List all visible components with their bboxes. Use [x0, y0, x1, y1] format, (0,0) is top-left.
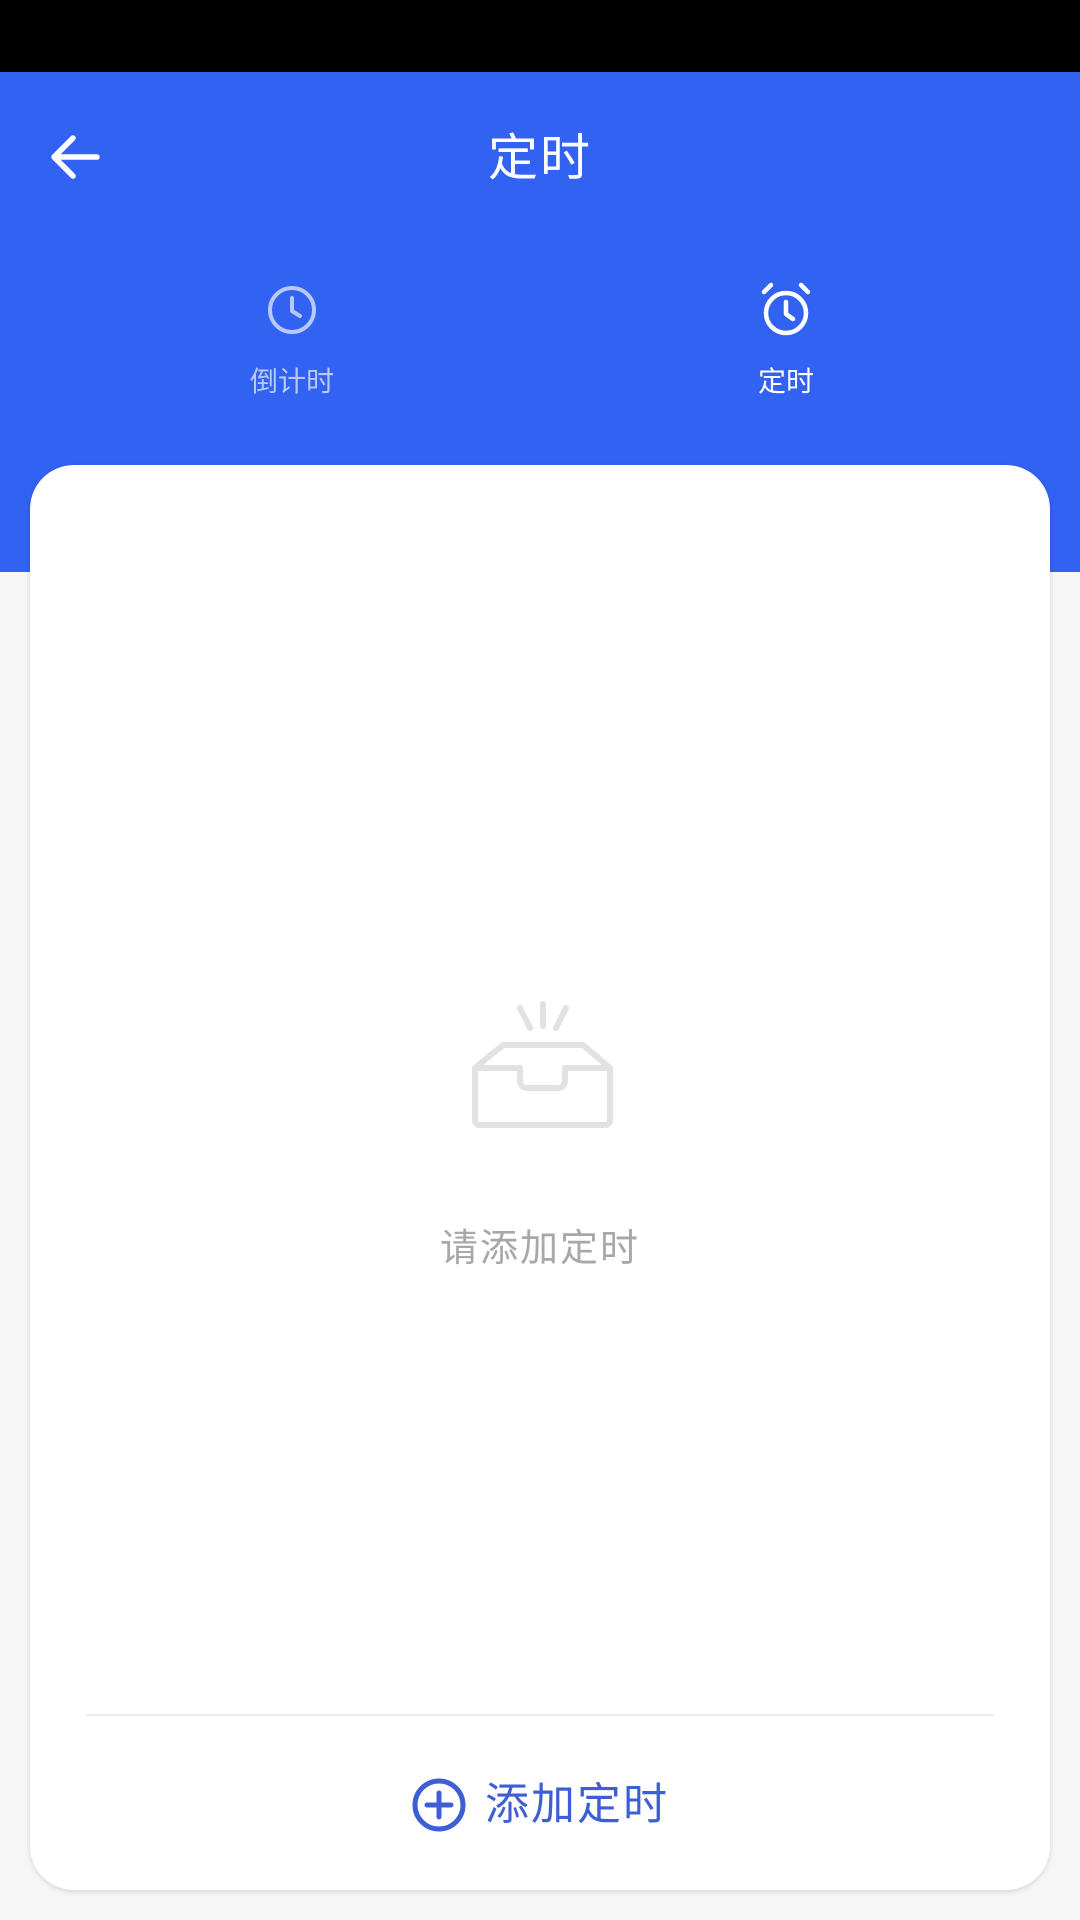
empty-state-message: 请添加定时 [439, 1226, 640, 1270]
tab-schedule[interactable]: 定时 [636, 280, 936, 440]
tab-schedule-label: 定时 [757, 365, 814, 398]
alarm-clock-icon [761, 282, 811, 336]
empty-inbox-icon [472, 1001, 613, 1128]
tab-countdown-label: 倒计时 [249, 365, 334, 398]
status-bar [0, 0, 1080, 72]
divider [86, 1714, 994, 1716]
plus-circle-icon [412, 1778, 466, 1832]
page-title: 定时 [488, 129, 592, 187]
add-schedule-button[interactable]: 添加定时 [380, 1765, 700, 1845]
tab-countdown[interactable]: 倒计时 [142, 280, 442, 440]
clock-icon [268, 286, 316, 334]
content-card [30, 465, 1050, 1890]
add-schedule-label: 添加定时 [485, 1779, 669, 1830]
